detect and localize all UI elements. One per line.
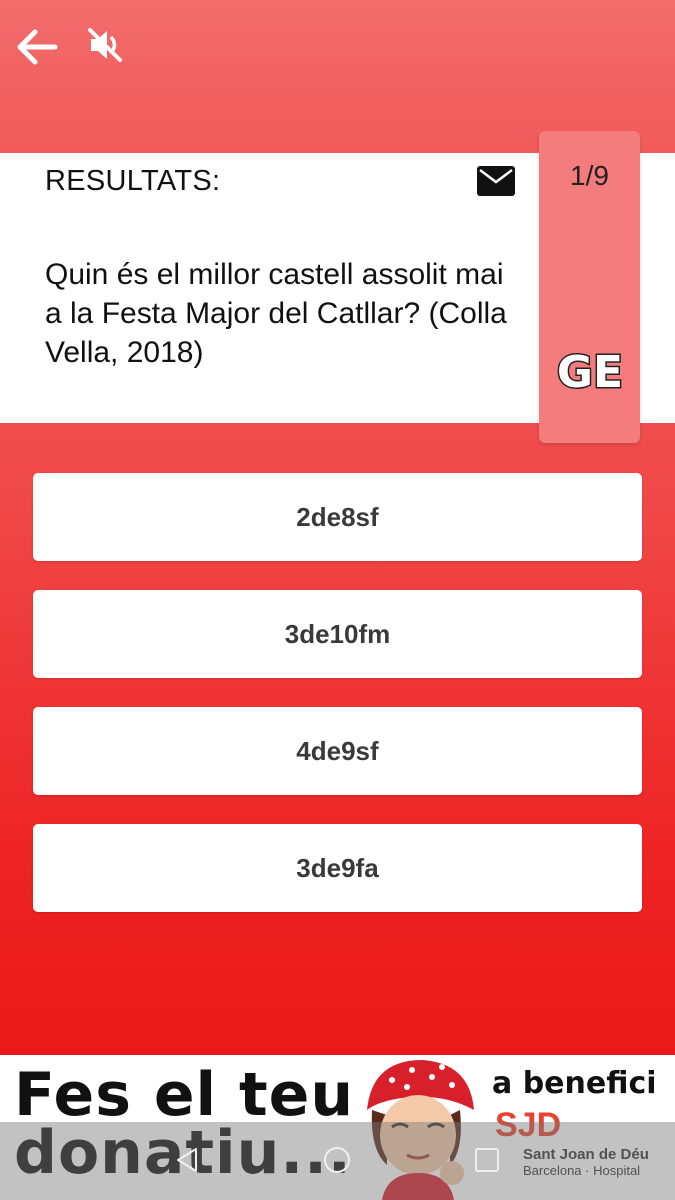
- mail-button[interactable]: [477, 166, 515, 196]
- question-text: Quin és el millor castell assolit mai a …: [45, 258, 507, 369]
- volume-off-icon: [88, 28, 122, 62]
- triangle-back-icon[interactable]: [172, 1145, 202, 1175]
- answer-button-4[interactable]: 3de9fa: [33, 824, 642, 912]
- results-label: RESULTATS:: [45, 165, 221, 197]
- answer-button-3[interactable]: 4de9sf: [33, 707, 642, 795]
- question-counter: 1/9: [570, 160, 609, 191]
- answer-button-1[interactable]: 2de8sf: [33, 473, 642, 561]
- benefit-label: a benefici: [492, 1066, 657, 1101]
- circle-home-icon[interactable]: [322, 1145, 352, 1175]
- answer-button-2[interactable]: 3de10fm: [33, 590, 642, 678]
- level-badge-text: GE: [557, 347, 623, 398]
- banner-line-1: Fes el teu: [14, 1060, 355, 1130]
- mute-button[interactable]: [82, 22, 128, 68]
- answers-list: 2de8sf 3de10fm 4de9sf 3de9fa: [33, 473, 642, 941]
- mail-icon: [477, 166, 515, 196]
- back-button[interactable]: [12, 22, 62, 72]
- level-badge: GE: [555, 346, 624, 400]
- square-recent-icon[interactable]: [474, 1147, 500, 1173]
- arrow-left-icon: [17, 29, 58, 65]
